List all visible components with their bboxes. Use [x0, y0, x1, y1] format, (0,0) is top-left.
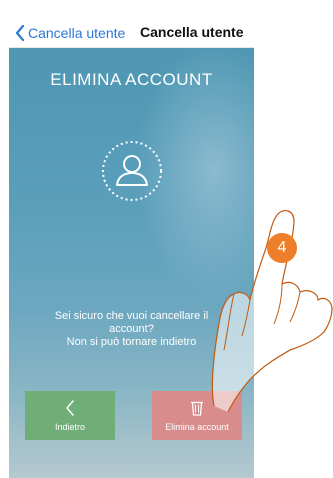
message-line: Sei sicuro che vuoi cancellare il: [54, 310, 209, 322]
message-line: Non si può tornare indietro: [66, 336, 197, 348]
nav-back-label: Cancella utente: [28, 25, 126, 41]
user-avatar-icon: [102, 141, 162, 201]
nav-back-button[interactable]: Cancella utente: [15, 24, 125, 42]
chevron-left-icon: [15, 25, 25, 41]
back-button-label: Indietro: [54, 422, 86, 432]
navigation-bar: Cancella utente Cancella utente: [9, 17, 254, 48]
chevron-left-icon: [66, 400, 74, 416]
page-title: Cancella utente: [140, 24, 244, 40]
page: Cancella utente Cancella utente ELIMINA …: [0, 0, 333, 478]
confirmation-message: Sei sicuro che vuoi cancellare il accoun…: [9, 310, 254, 349]
screen-title: ELIMINA ACCOUNT: [50, 70, 213, 89]
message-line: account?: [109, 323, 154, 335]
delete-account-screen: ELIMINA ACCOUNT Sei sicuro che vuoi canc…: [9, 48, 254, 478]
delete-account-button-label: Elimina account: [165, 422, 229, 432]
phone-screen: Cancella utente Cancella utente ELIMINA …: [9, 17, 254, 478]
back-button[interactable]: Indietro: [25, 391, 115, 440]
trash-icon: [191, 401, 203, 416]
delete-account-button[interactable]: Elimina account: [152, 391, 242, 440]
step-number-badge: 4: [267, 233, 297, 263]
